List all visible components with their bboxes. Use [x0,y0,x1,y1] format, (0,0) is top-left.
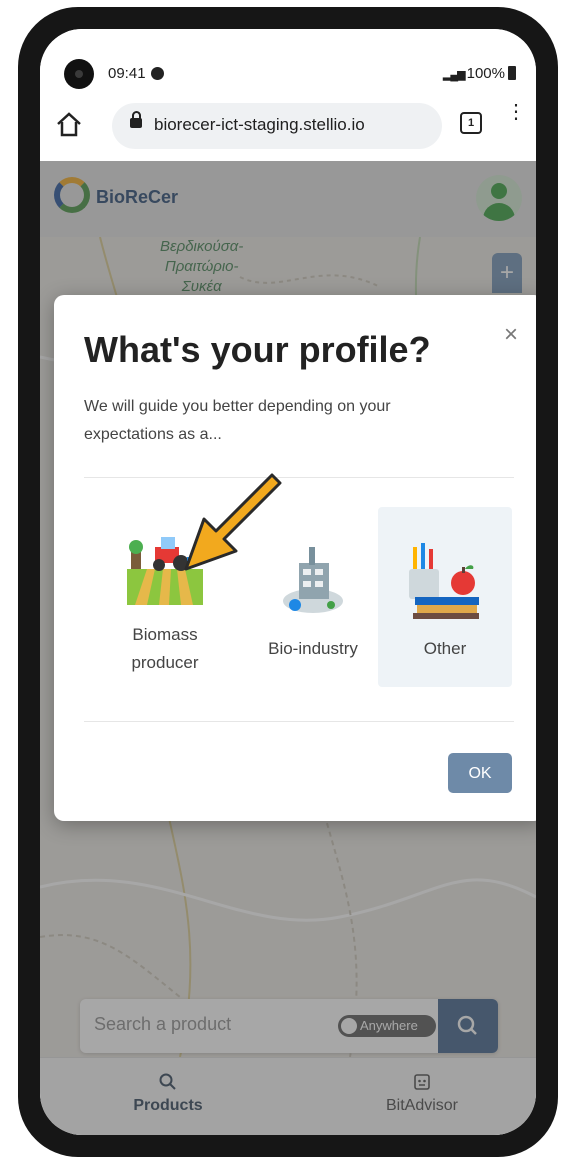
screen: 09:41 ▂▄▆ 100% biorecer-ict-staging.stell… [40,29,536,1135]
phone-frame: 09:41 ▂▄▆ 100% biorecer-ict-staging.stell… [18,7,558,1157]
annotation-arrow-icon [184,473,282,571]
phone-bezel: 09:41 ▂▄▆ 100% biorecer-ict-staging.stell… [40,29,536,1135]
